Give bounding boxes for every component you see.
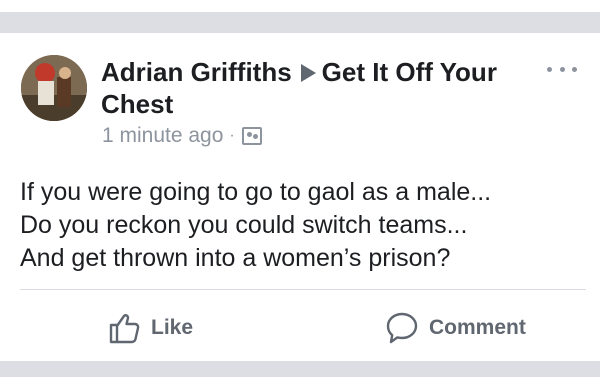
more-options-icon[interactable] xyxy=(547,59,577,79)
author-name[interactable]: Adrian Griffiths xyxy=(101,57,292,87)
comment-bubble-icon xyxy=(386,312,418,344)
group-photo-icon[interactable] xyxy=(241,127,262,145)
comment-label: Comment xyxy=(429,316,526,339)
post-body: If you were going to go to gaol as a mal… xyxy=(20,176,580,275)
post-timestamp[interactable]: 1 minute ago xyxy=(102,124,223,148)
like-label: Like xyxy=(151,316,194,339)
post-body-line: And get thrown into a women’s prison? xyxy=(20,244,451,272)
feed-top-gap xyxy=(0,0,600,12)
feed-separator-bottom xyxy=(0,361,600,377)
meta-separator: · xyxy=(229,127,235,144)
comment-button[interactable]: Comment xyxy=(385,308,526,348)
post-card: Adrian Griffiths Get It Off Your Chest 1 … xyxy=(0,33,600,361)
post-meta: 1 minute ago · xyxy=(102,124,262,148)
actions-divider xyxy=(20,289,586,290)
post-body-line: If you were going to go to gaol as a mal… xyxy=(20,178,492,206)
author-avatar[interactable] xyxy=(21,55,87,121)
shared-to-arrow-icon xyxy=(300,64,316,82)
post-header: Adrian Griffiths Get It Off Your Chest xyxy=(101,56,521,120)
thumbs-up-icon xyxy=(109,314,140,344)
like-button[interactable]: Like xyxy=(107,308,193,348)
post-body-line: Do you reckon you could switch teams... xyxy=(20,211,468,239)
